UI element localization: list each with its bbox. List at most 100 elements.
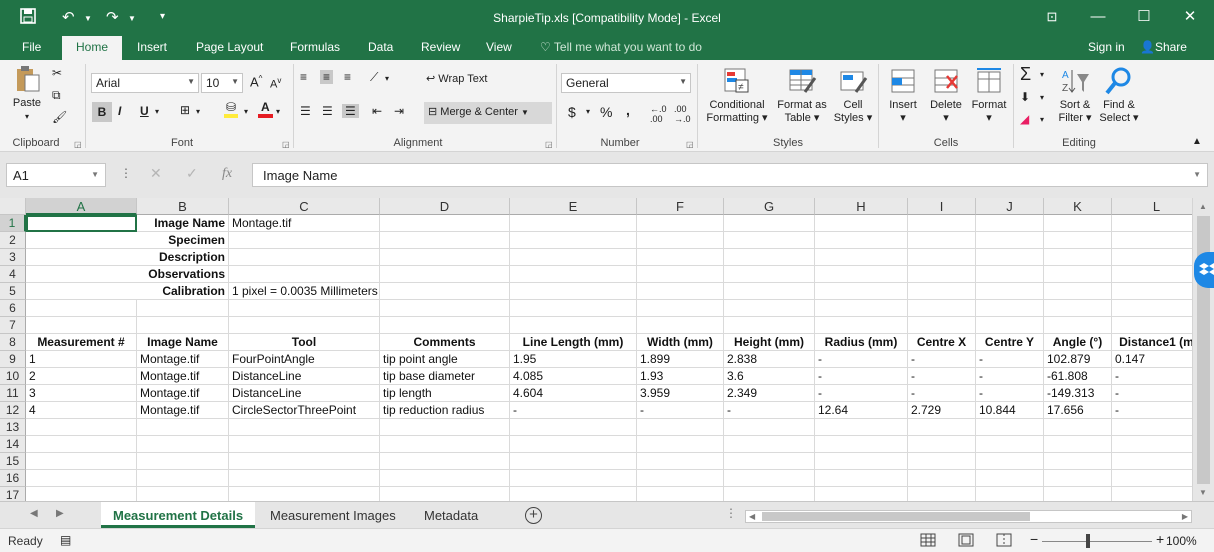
- cell[interactable]: [908, 249, 976, 266]
- cell[interactable]: [1112, 215, 1202, 232]
- normal-view-icon[interactable]: [920, 533, 936, 547]
- cell[interactable]: [908, 300, 976, 317]
- cell[interactable]: [815, 419, 908, 436]
- cell[interactable]: [815, 249, 908, 266]
- page-layout-view-icon[interactable]: [958, 533, 974, 547]
- info-label[interactable]: Description: [26, 249, 229, 266]
- table-row-cell[interactable]: Montage.tif: [137, 368, 229, 385]
- tab-data[interactable]: Data: [368, 40, 393, 54]
- cell[interactable]: [815, 232, 908, 249]
- table-row-cell[interactable]: tip reduction radius: [380, 402, 510, 419]
- cell[interactable]: [26, 300, 137, 317]
- cell[interactable]: [976, 266, 1044, 283]
- cell[interactable]: [510, 453, 637, 470]
- cell[interactable]: [637, 470, 724, 487]
- cell[interactable]: [908, 283, 976, 300]
- borders-icon[interactable]: ⊞: [180, 103, 190, 117]
- cell[interactable]: [976, 470, 1044, 487]
- cell[interactable]: [724, 283, 815, 300]
- cell[interactable]: [724, 232, 815, 249]
- dropbox-icon[interactable]: [1194, 252, 1214, 288]
- cell[interactable]: [724, 419, 815, 436]
- cell[interactable]: [637, 419, 724, 436]
- wrap-text-button[interactable]: ↩ Wrap Text: [426, 73, 487, 86]
- font-size-combo[interactable]: 10 ▼: [201, 73, 243, 93]
- copy-icon[interactable]: ⧉: [52, 88, 61, 103]
- cell[interactable]: [380, 419, 510, 436]
- cell[interactable]: [637, 453, 724, 470]
- table-row-cell[interactable]: -61.808: [1044, 368, 1112, 385]
- cell[interactable]: [976, 283, 1044, 300]
- cell[interactable]: [637, 317, 724, 334]
- fill-color-dropdown-icon[interactable]: ▾: [244, 107, 248, 116]
- cell[interactable]: [908, 232, 976, 249]
- cell[interactable]: [908, 487, 976, 501]
- cell[interactable]: [815, 215, 908, 232]
- italic-button[interactable]: I: [118, 104, 121, 118]
- cell[interactable]: [815, 453, 908, 470]
- cell[interactable]: [1044, 419, 1112, 436]
- row-header-14[interactable]: 14: [0, 436, 26, 453]
- table-header-cell[interactable]: Angle (°): [1044, 334, 1112, 351]
- cell[interactable]: [637, 249, 724, 266]
- increase-font-icon[interactable]: A^: [250, 74, 262, 89]
- row-header-13[interactable]: 13: [0, 419, 26, 436]
- table-row-cell[interactable]: 2.838: [724, 351, 815, 368]
- top-align-icon[interactable]: ≡: [300, 70, 307, 84]
- insert-function-icon[interactable]: fx: [222, 166, 232, 182]
- format-as-table-button[interactable]: Format as Table ▾: [774, 66, 830, 125]
- cell[interactable]: [380, 317, 510, 334]
- horizontal-scroll-thumb[interactable]: [762, 512, 1030, 521]
- prev-sheet-icon[interactable]: ◀: [30, 508, 38, 519]
- cell[interactable]: [510, 300, 637, 317]
- cell[interactable]: [637, 436, 724, 453]
- table-row-cell[interactable]: 4.604: [510, 385, 637, 402]
- cell[interactable]: [908, 419, 976, 436]
- tab-view[interactable]: View: [486, 40, 512, 54]
- sheet-tab-metadata[interactable]: Metadata: [412, 502, 490, 528]
- cell[interactable]: [1112, 249, 1202, 266]
- table-row-cell[interactable]: 102.879: [1044, 351, 1112, 368]
- cell[interactable]: [908, 266, 976, 283]
- comma-style-icon[interactable]: ,: [626, 102, 630, 118]
- table-row-cell[interactable]: -: [908, 385, 976, 402]
- close-icon[interactable]: ✕: [1176, 6, 1204, 28]
- share-button[interactable]: 👤Share: [1140, 40, 1187, 54]
- column-header-j[interactable]: J: [976, 198, 1044, 215]
- cell[interactable]: [976, 453, 1044, 470]
- column-header-k[interactable]: K: [1044, 198, 1112, 215]
- decrease-indent-icon[interactable]: ⇤: [372, 104, 382, 118]
- more-options-icon[interactable]: ⋮: [120, 166, 132, 180]
- row-header-15[interactable]: 15: [0, 453, 26, 470]
- column-header-g[interactable]: G: [724, 198, 815, 215]
- zoom-level[interactable]: 100%: [1166, 534, 1197, 548]
- cell[interactable]: [815, 470, 908, 487]
- currency-icon[interactable]: $: [568, 104, 576, 120]
- table-row-cell[interactable]: -: [815, 385, 908, 402]
- table-header-cell[interactable]: Line Length (mm): [510, 334, 637, 351]
- table-row-cell[interactable]: 0.147: [1112, 351, 1202, 368]
- cell[interactable]: [380, 232, 510, 249]
- row-header-1[interactable]: 1: [0, 215, 26, 232]
- cell[interactable]: [510, 232, 637, 249]
- cell[interactable]: [1044, 300, 1112, 317]
- cell[interactable]: [1044, 266, 1112, 283]
- fill-icon[interactable]: ⬇: [1020, 90, 1030, 104]
- sheet-tab-measurement-images[interactable]: Measurement Images: [258, 502, 408, 528]
- table-header-cell[interactable]: Tool: [229, 334, 380, 351]
- decrease-decimal-icon[interactable]: .00 →.0: [674, 104, 691, 124]
- cell[interactable]: [26, 453, 137, 470]
- cell[interactable]: [637, 266, 724, 283]
- table-row-cell[interactable]: 2.349: [724, 385, 815, 402]
- info-label[interactable]: Observations: [26, 266, 229, 283]
- cell[interactable]: [724, 317, 815, 334]
- maximize-icon[interactable]: ☐: [1130, 6, 1158, 28]
- cell[interactable]: [1112, 487, 1202, 501]
- row-header-8[interactable]: 8: [0, 334, 26, 351]
- cell[interactable]: [724, 249, 815, 266]
- tell-me-search[interactable]: ♡ Tell me what you want to do: [540, 40, 702, 54]
- orientation-icon[interactable]: ⟋: [370, 70, 378, 85]
- cell[interactable]: [1112, 453, 1202, 470]
- bold-button[interactable]: B: [92, 102, 112, 122]
- table-row-cell[interactable]: Montage.tif: [137, 402, 229, 419]
